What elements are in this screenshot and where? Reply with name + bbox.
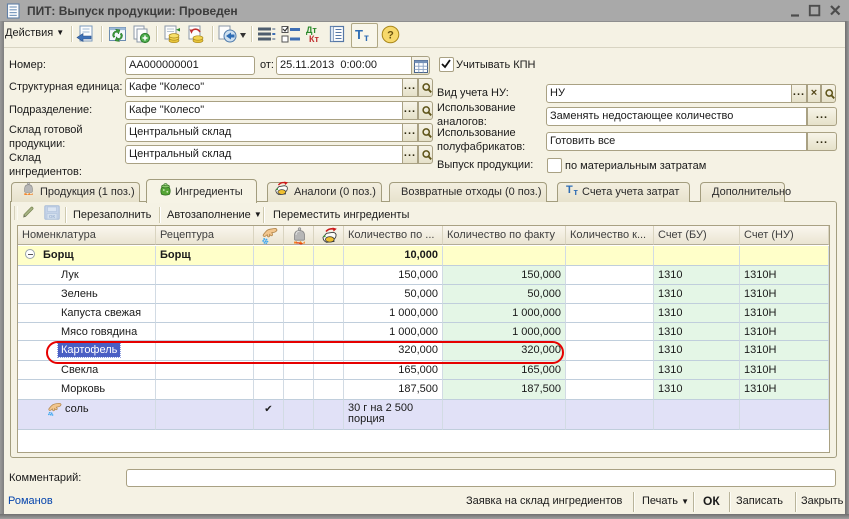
svg-text:ОК: ОК <box>49 214 56 219</box>
svg-text:т: т <box>574 187 579 196</box>
svg-text:?: ? <box>387 30 394 42</box>
svg-text:Т: Т <box>566 184 573 196</box>
svg-text:Кт: Кт <box>309 34 319 44</box>
svg-text:т: т <box>364 33 369 42</box>
svg-text:Т: Т <box>355 27 363 42</box>
